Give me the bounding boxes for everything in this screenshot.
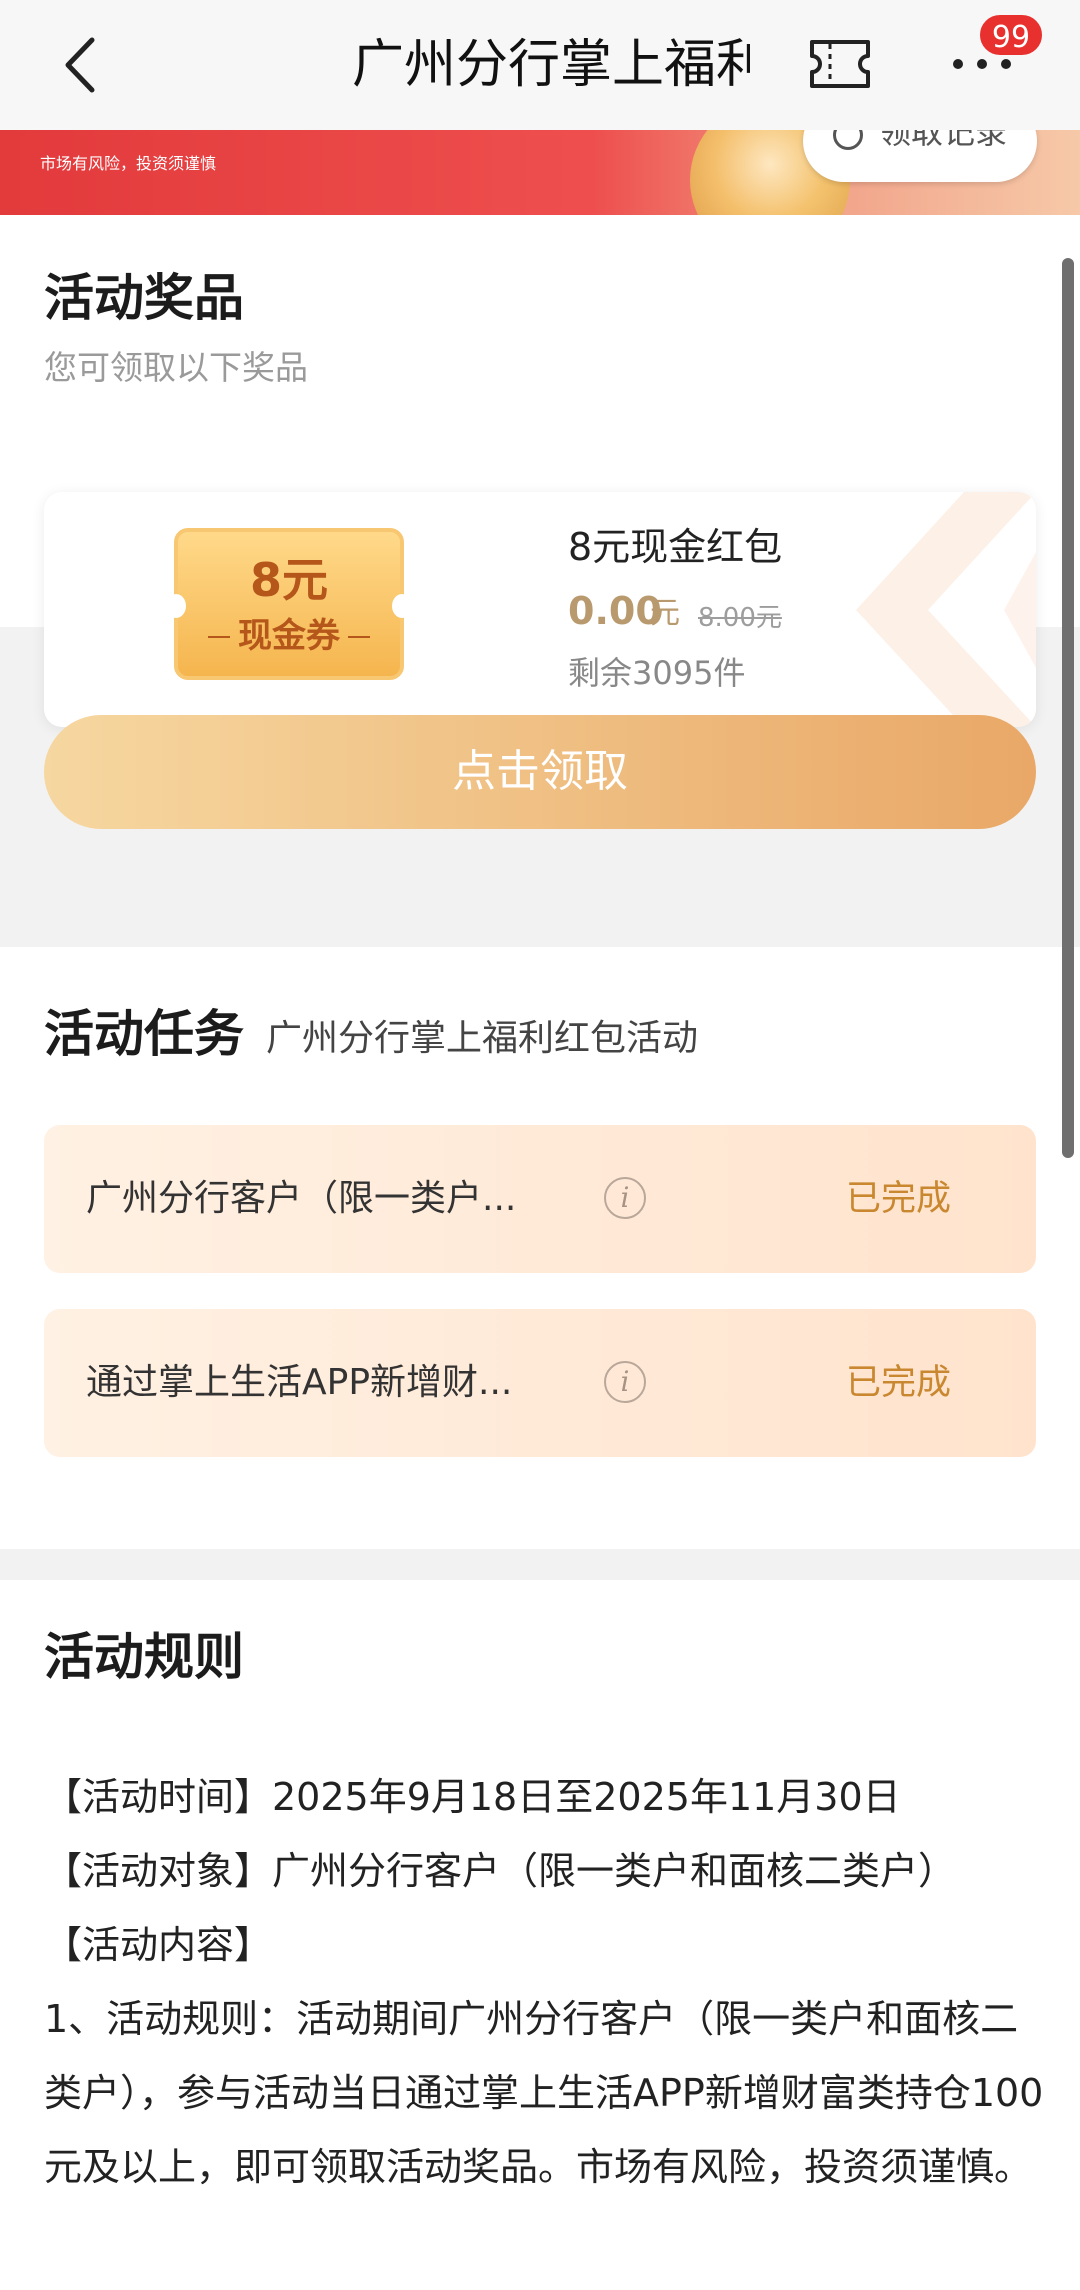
rules-time: 【活动时间】2025年9月18日至2025年11月30日: [44, 1775, 901, 1819]
rules-paragraph: 1、活动规则：活动期间广州分行客户（限一类户和面核二类户），参与活动当日通过掌上…: [44, 1997, 1044, 2189]
scrollbar[interactable]: [1062, 258, 1074, 1158]
cash-coupon-image: 8元 现金券: [166, 528, 412, 680]
rules-section-title: 活动规则: [44, 1628, 244, 1686]
info-icon[interactable]: i: [604, 1177, 646, 1219]
task-name: 通过掌上生活APP新增财...: [86, 1362, 513, 1403]
prize-price-unit: 元: [650, 596, 680, 631]
task-item[interactable]: 通过掌上生活APP新增财... i 已完成: [44, 1309, 1036, 1457]
prize-section-title: 活动奖品: [44, 269, 244, 327]
info-icon[interactable]: i: [604, 1361, 646, 1403]
task-section-title: 活动任务: [44, 1005, 244, 1063]
task-section: 活动任务 广州分行掌上福利红包活动 广州分行客户（限一类户... i 已完成 通…: [0, 947, 1080, 1549]
rules-target: 【活动对象】广州分行客户（限一类户和面核二类户）: [44, 1849, 957, 1893]
records-button[interactable]: 领取记录: [803, 130, 1037, 182]
records-label: 领取记录: [879, 130, 1008, 151]
task-name: 广州分行客户（限一类户...: [86, 1178, 517, 1219]
ticket-icon[interactable]: [808, 38, 872, 90]
clock-icon: [833, 130, 863, 150]
task-section-subtitle: 广州分行掌上福利红包活动: [266, 1018, 699, 1059]
prize-name: 8元现金红包: [568, 525, 783, 569]
task-status: 已完成: [846, 1363, 952, 1403]
rules-content-heading: 【活动内容】: [44, 1923, 273, 1967]
task-item[interactable]: 广州分行客户（限一类户... i 已完成: [44, 1125, 1036, 1273]
claim-button[interactable]: 点击领取: [44, 715, 1036, 829]
rules-section: 活动规则 【活动时间】2025年9月18日至2025年11月30日 【活动对象】…: [0, 1580, 1080, 2290]
chevron-left-icon[interactable]: [56, 30, 116, 100]
notification-badge: 99: [977, 12, 1045, 58]
task-status: 已完成: [846, 1179, 952, 1219]
rules-body: 【活动时间】2025年9月18日至2025年11月30日 【活动对象】广州分行客…: [44, 1760, 1044, 2204]
coupon-divider: [348, 636, 370, 638]
prize-price: 0.00: [568, 589, 662, 633]
hero-banner: 市场有风险，投资须谨慎 领取记录: [0, 130, 1080, 215]
prize-original-price: 8.00元: [698, 603, 782, 633]
coupon-amount: 8元: [249, 553, 328, 607]
navigation-bar: 广州分行掌上福利红包活动 99: [0, 0, 1080, 130]
chevron-decoration-icon: [856, 492, 1036, 727]
page-title: 广州分行掌上福利红包活动: [352, 35, 750, 95]
prize-section-subtitle: 您可领取以下奖品: [44, 348, 308, 387]
prize-card: 8元 现金券 8元现金红包 0.00 元 8.00元 剩余3095件: [44, 492, 1036, 727]
risk-warning: 市场有风险，投资须谨慎: [40, 154, 217, 173]
prize-stock: 剩余3095件: [568, 654, 746, 692]
